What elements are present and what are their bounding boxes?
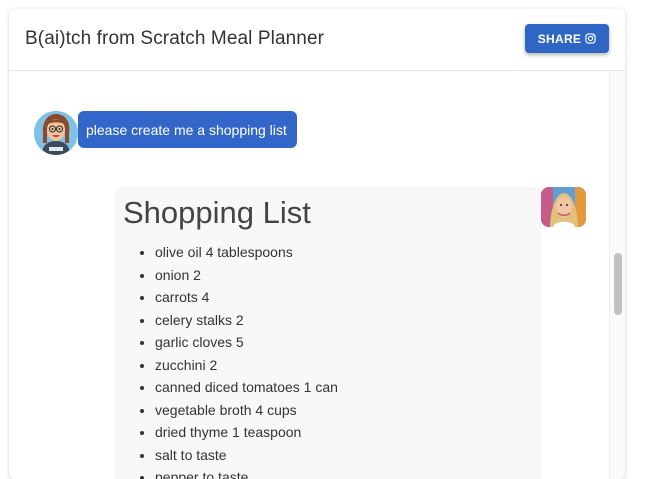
list-item: vegetable broth 4 cups — [155, 399, 338, 422]
shopping-list: olive oil 4 tablespoons onion 2 carrots … — [137, 241, 338, 479]
scrollbar-thumb[interactable] — [614, 253, 622, 315]
shopping-list-title: Shopping List — [123, 195, 311, 230]
list-item: dried thyme 1 teaspoon — [155, 421, 338, 444]
list-item: celery stalks 2 — [155, 309, 338, 332]
list-item: zucchini 2 — [155, 354, 338, 377]
instagram-icon — [585, 33, 596, 44]
header: B(ai)tch from Scratch Meal Planner SHARE — [9, 9, 625, 71]
chat-window: B(ai)tch from Scratch Meal Planner SHARE — [9, 9, 625, 479]
page-title: B(ai)tch from Scratch Meal Planner — [25, 28, 325, 49]
chat-area: please create me a shopping list Shoppin… — [9, 71, 609, 479]
user-avatar — [34, 111, 78, 155]
user-message-bubble: please create me a shopping list — [78, 111, 297, 148]
list-item: olive oil 4 tablespoons — [155, 241, 338, 264]
share-label: SHARE — [537, 31, 582, 46]
list-item: onion 2 — [155, 264, 338, 287]
list-item: carrots 4 — [155, 286, 338, 309]
bot-avatar — [541, 187, 586, 227]
share-button[interactable]: SHARE — [525, 24, 609, 53]
list-item: canned diced tomatoes 1 can — [155, 376, 338, 399]
bot-message-card: Shopping List olive oil 4 tablespoons on… — [115, 187, 541, 479]
scrollbar[interactable] — [609, 71, 625, 479]
list-item: salt to taste — [155, 444, 338, 467]
list-item: garlic cloves 5 — [155, 331, 338, 354]
